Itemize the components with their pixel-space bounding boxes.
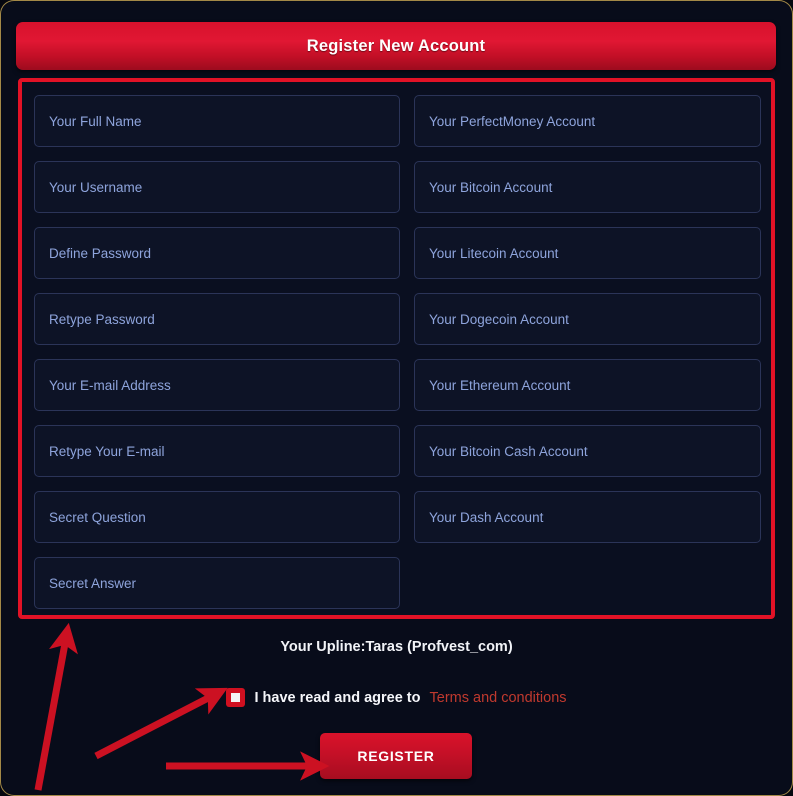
dash-account-input[interactable] bbox=[414, 491, 761, 543]
full-name-input[interactable] bbox=[34, 95, 400, 147]
agree-text: I have read and agree to bbox=[254, 689, 421, 706]
register-header-banner: Register New Account bbox=[16, 22, 776, 70]
page-frame: Register New Account Your Upline:Taras (… bbox=[0, 0, 793, 796]
field-cell bbox=[414, 418, 761, 484]
field-cell bbox=[414, 88, 761, 154]
retype-email-input[interactable] bbox=[34, 425, 400, 477]
field-cell bbox=[414, 484, 761, 550]
secret-question-input[interactable] bbox=[34, 491, 400, 543]
field-cell bbox=[34, 352, 400, 418]
dogecoin-account-input[interactable] bbox=[414, 293, 761, 345]
field-cell bbox=[414, 550, 761, 616]
terms-agreement-row: I have read and agree to Terms and condi… bbox=[0, 688, 793, 707]
field-cell bbox=[414, 352, 761, 418]
page-title: Register New Account bbox=[306, 36, 486, 55]
field-cell bbox=[34, 418, 400, 484]
ethereum-account-input[interactable] bbox=[414, 359, 761, 411]
username-input[interactable] bbox=[34, 161, 400, 213]
field-cell bbox=[414, 220, 761, 286]
litecoin-account-input[interactable] bbox=[414, 227, 761, 279]
retype-password-input[interactable] bbox=[34, 293, 400, 345]
bitcoin-cash-account-input[interactable] bbox=[414, 425, 761, 477]
field-cell bbox=[34, 550, 400, 616]
form-field-grid bbox=[34, 88, 761, 616]
field-cell bbox=[34, 484, 400, 550]
field-cell bbox=[34, 154, 400, 220]
secret-answer-input[interactable] bbox=[34, 557, 400, 609]
define-password-input[interactable] bbox=[34, 227, 400, 279]
agree-checkbox[interactable] bbox=[226, 688, 246, 707]
field-cell bbox=[34, 286, 400, 352]
terms-and-conditions-link[interactable]: Terms and conditions bbox=[430, 690, 567, 706]
field-cell bbox=[414, 154, 761, 220]
email-input[interactable] bbox=[34, 359, 400, 411]
field-cell bbox=[34, 88, 400, 154]
bitcoin-account-input[interactable] bbox=[414, 161, 761, 213]
field-cell bbox=[414, 286, 761, 352]
page-content: Register New Account Your Upline:Taras (… bbox=[0, 0, 793, 796]
registration-form bbox=[18, 78, 775, 619]
arrow-to-form bbox=[34, 622, 78, 791]
perfectmoney-account-input[interactable] bbox=[414, 95, 761, 147]
checkbox-tick-icon bbox=[231, 693, 241, 702]
upline-label: Your Upline:Taras (Profvest_com) bbox=[280, 639, 513, 655]
register-button[interactable]: REGISTER bbox=[320, 733, 472, 779]
field-cell bbox=[34, 220, 400, 286]
